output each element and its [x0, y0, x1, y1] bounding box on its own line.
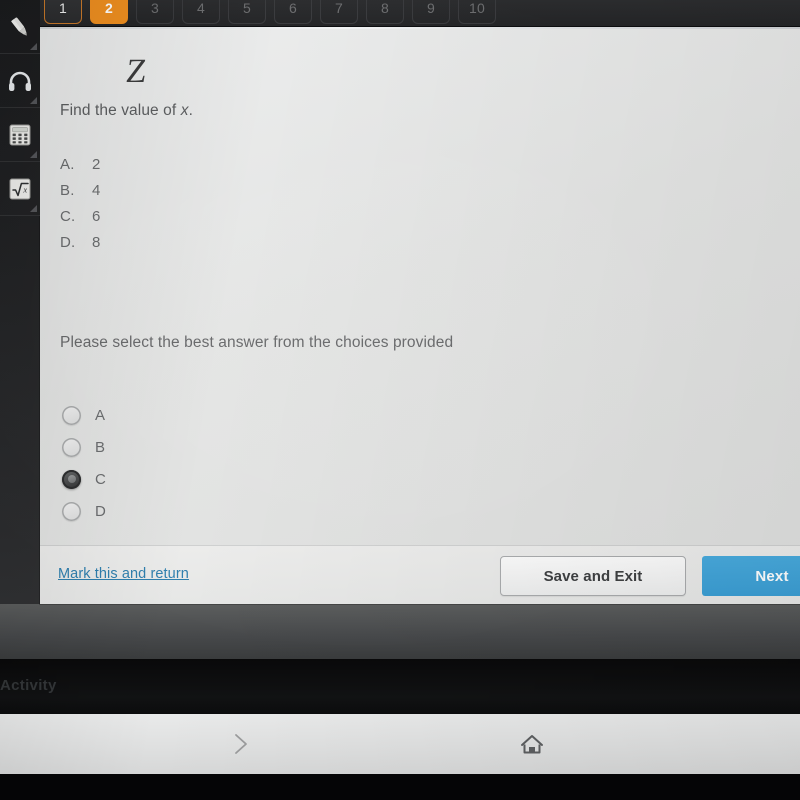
prompt-text: Find the value of	[60, 102, 181, 119]
device-screenshot: 1 2 3 4 5 6 7 8 9 10 x Z Find the value …	[0, 0, 800, 800]
svg-text:x: x	[22, 184, 27, 194]
card-footer: Mark this and return Save and Exit Next	[40, 545, 800, 604]
next-button[interactable]: Next	[702, 556, 800, 596]
question-tab-7[interactable]: 7	[320, 0, 358, 24]
highlighter-icon	[11, 17, 27, 36]
radio-B[interactable]	[62, 437, 81, 457]
choice-list: A. 2 B. 4 C. 6 D. 8	[60, 152, 101, 256]
choice-value: 6	[92, 208, 101, 225]
highlighter-tool-button[interactable]	[0, 0, 40, 54]
save-and-exit-button[interactable]: Save and Exit	[500, 556, 686, 596]
choice-value: 8	[92, 234, 101, 251]
figure-fragment: Z	[124, 53, 149, 90]
mark-this-and-return-link[interactable]: Mark this and return	[58, 566, 189, 582]
radio-D[interactable]	[62, 501, 81, 521]
answer-option-A[interactable]: A	[62, 399, 106, 431]
question-tab-5[interactable]: 5	[228, 0, 266, 24]
answer-radio-group[interactable]: ABCD	[62, 399, 106, 527]
answer-option-C[interactable]: C	[62, 463, 106, 495]
prompt-variable: x	[180, 102, 189, 119]
audio-tool-button[interactable]	[0, 54, 40, 108]
choice-letter: B.	[60, 182, 75, 199]
bottom-black-bar	[0, 774, 800, 800]
choice-row: C. 6	[60, 204, 101, 230]
background-activity-text: us Activity	[0, 677, 57, 694]
radio-C-selected[interactable]	[62, 469, 81, 489]
formula-tool-button[interactable]: x	[0, 162, 40, 216]
nav-forward-button[interactable]	[228, 730, 254, 763]
choice-row: D. 8	[60, 230, 101, 256]
square-root-icon: x	[9, 178, 31, 199]
question-tab-1[interactable]: 1	[44, 0, 82, 24]
calculator-icon	[9, 124, 31, 145]
answer-option-D[interactable]: D	[62, 495, 106, 527]
left-bezel-strip	[0, 215, 40, 604]
answer-label: A	[95, 406, 106, 424]
calculator-tool-button[interactable]	[0, 108, 40, 162]
tool-rail: x	[0, 0, 40, 216]
answer-label: C	[95, 470, 107, 488]
device-bezel	[0, 601, 800, 659]
question-tab-9[interactable]: 9	[412, 0, 450, 24]
tool-expand-corner	[30, 97, 37, 104]
card-top-edge	[40, 27, 800, 29]
system-navigation-bar	[0, 714, 800, 774]
question-prompt: Find the value of x.	[60, 102, 193, 120]
question-tab-4[interactable]: 4	[182, 0, 220, 24]
tool-expand-corner	[30, 151, 37, 158]
answer-label: D	[95, 502, 107, 520]
choice-value: 4	[92, 182, 101, 199]
choice-letter: D.	[60, 234, 76, 251]
answer-label: B	[95, 438, 106, 456]
home-icon	[521, 735, 543, 754]
choice-row: B. 4	[60, 178, 101, 204]
background-dark-band: us Activity	[0, 659, 800, 714]
chevron-right-icon	[235, 734, 247, 754]
choice-letter: A.	[60, 156, 75, 173]
question-tab-6[interactable]: 6	[274, 0, 312, 24]
choice-row: A. 2	[60, 152, 101, 178]
choice-value: 2	[92, 156, 101, 173]
headphones-icon	[9, 71, 31, 91]
tool-expand-corner	[30, 205, 37, 212]
nav-home-button[interactable]	[518, 732, 546, 763]
question-tab-2[interactable]: 2	[90, 0, 128, 24]
answer-option-B[interactable]: B	[62, 431, 106, 463]
prompt-period: .	[188, 102, 193, 119]
question-number-tabs: 1 2 3 4 5 6 7 8 9 10	[0, 0, 800, 26]
radio-A[interactable]	[62, 405, 81, 425]
question-card: Z Find the value of x. A. 2 B. 4 C. 6 D. 8 Plea…	[40, 27, 800, 604]
instruction-text: Please select the best answer from the c…	[60, 334, 454, 351]
question-tab-3[interactable]: 3	[136, 0, 174, 24]
tool-expand-corner	[30, 43, 37, 50]
question-tab-8[interactable]: 8	[366, 0, 404, 24]
question-tab-10[interactable]: 10	[458, 0, 496, 24]
choice-letter: C.	[60, 208, 76, 225]
